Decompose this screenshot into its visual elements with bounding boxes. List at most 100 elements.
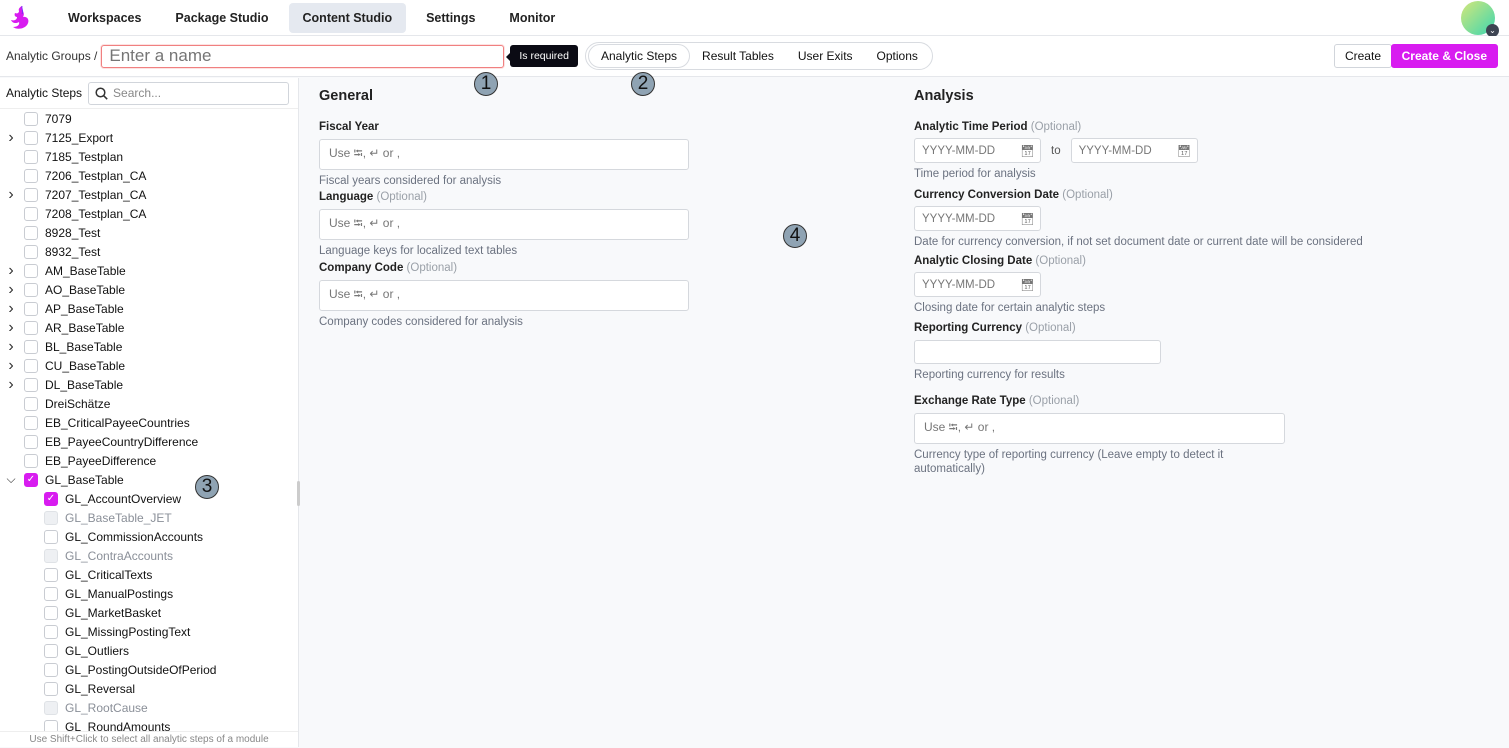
- checkbox[interactable]: [24, 263, 38, 278]
- tree-item[interactable]: 8928_Test: [0, 223, 298, 242]
- chevron-right-icon[interactable]: ›: [6, 129, 16, 147]
- tree-item[interactable]: › CU_BaseTable: [0, 356, 298, 375]
- exchange-rate-input[interactable]: Use ⭾, ↵ or ,: [914, 413, 1285, 444]
- closing-date-input[interactable]: YYYY-MM-DD 📅︎: [914, 272, 1041, 297]
- tree-item[interactable]: 7185_Testplan: [0, 147, 298, 166]
- checkbox[interactable]: [44, 643, 58, 658]
- checkbox[interactable]: [24, 206, 38, 221]
- checkbox[interactable]: [24, 358, 38, 373]
- tab-result-tables[interactable]: Result Tables: [690, 45, 786, 67]
- chevron-right-icon[interactable]: ›: [6, 319, 16, 337]
- tree-item[interactable]: GL_Outliers: [0, 641, 298, 660]
- tree-item[interactable]: › DL_BaseTable: [0, 375, 298, 394]
- tree-item[interactable]: ✓ GL_AccountOverview: [0, 489, 298, 508]
- chevron-down-icon[interactable]: ⌵: [6, 472, 16, 487]
- tab-options[interactable]: Options: [865, 45, 930, 67]
- nav-content-studio[interactable]: Content Studio: [288, 2, 407, 33]
- checkbox[interactable]: [24, 130, 38, 145]
- user-avatar[interactable]: ⌄: [1461, 1, 1499, 37]
- tree-item[interactable]: EB_CriticalPayeeCountries: [0, 413, 298, 432]
- nav-monitor[interactable]: Monitor: [495, 3, 569, 33]
- chevron-right-icon[interactable]: ›: [6, 281, 16, 299]
- calendar-icon[interactable]: 📅︎: [1020, 212, 1035, 226]
- tree-item[interactable]: DreiSchätze: [0, 394, 298, 413]
- checkbox[interactable]: [24, 187, 38, 202]
- tree-item[interactable]: › AO_BaseTable: [0, 280, 298, 299]
- checkbox[interactable]: [24, 111, 38, 126]
- fiscal-year-input[interactable]: Use ⭾, ↵ or ,: [319, 139, 689, 170]
- tree-item[interactable]: EB_PayeeCountryDifference: [0, 432, 298, 451]
- checkbox[interactable]: [24, 453, 38, 468]
- create-close-button[interactable]: Create & Close: [1390, 44, 1498, 68]
- checkbox[interactable]: [24, 320, 38, 335]
- chevron-right-icon[interactable]: ›: [6, 338, 16, 356]
- tab-user-exits[interactable]: User Exits: [786, 45, 865, 67]
- checkbox[interactable]: [24, 377, 38, 392]
- tree-item[interactable]: GL_BaseTable_JET: [0, 508, 298, 527]
- checkbox[interactable]: [24, 149, 38, 164]
- nav-settings[interactable]: Settings: [412, 3, 489, 33]
- checkbox[interactable]: [24, 282, 38, 297]
- checkbox[interactable]: ✓: [24, 472, 38, 487]
- tree-item[interactable]: ⌵ ✓ GL_BaseTable: [0, 470, 298, 489]
- checkbox[interactable]: [24, 168, 38, 183]
- scrollbar[interactable]: [297, 481, 300, 506]
- calendar-icon[interactable]: 📅︎: [1020, 278, 1035, 292]
- app-logo[interactable]: [8, 4, 32, 32]
- tab-analytic-steps[interactable]: Analytic Steps: [587, 44, 691, 68]
- tree-item[interactable]: 7208_Testplan_CA: [0, 204, 298, 223]
- end-date-input[interactable]: YYYY-MM-DD 📅︎: [1070, 138, 1198, 163]
- tree-item[interactable]: › AR_BaseTable: [0, 318, 298, 337]
- tree-item[interactable]: › 7125_Export: [0, 128, 298, 147]
- checkbox[interactable]: [24, 396, 38, 411]
- nav-workspaces[interactable]: Workspaces: [54, 3, 155, 33]
- tree-item[interactable]: EB_PayeeDifference: [0, 451, 298, 470]
- nav-package-studio[interactable]: Package Studio: [161, 3, 282, 33]
- company-code-input[interactable]: Use ⭾, ↵ or ,: [319, 280, 689, 311]
- tree-item[interactable]: GL_CommissionAccounts: [0, 527, 298, 546]
- checkbox[interactable]: [44, 586, 58, 601]
- create-button[interactable]: Create: [1333, 44, 1392, 68]
- tree-item[interactable]: GL_ManualPostings: [0, 584, 298, 603]
- checkbox[interactable]: [24, 225, 38, 240]
- checkbox[interactable]: [44, 529, 58, 544]
- tree-item[interactable]: GL_ContraAccounts: [0, 546, 298, 565]
- tree-item[interactable]: 7206_Testplan_CA: [0, 166, 298, 185]
- tree-item[interactable]: GL_Reversal: [0, 679, 298, 698]
- group-name-input[interactable]: [101, 44, 505, 68]
- checkbox[interactable]: [44, 605, 58, 620]
- checkbox[interactable]: [44, 662, 58, 677]
- chevron-right-icon[interactable]: ›: [6, 186, 16, 204]
- calendar-icon[interactable]: 📅︎: [1020, 144, 1035, 158]
- reporting-currency-input[interactable]: [914, 340, 1161, 364]
- tree-item[interactable]: 8932_Test: [0, 242, 298, 261]
- tree-item[interactable]: GL_PostingOutsideOfPeriod: [0, 660, 298, 679]
- tree-item[interactable]: GL_RootCause: [0, 698, 298, 717]
- tree-item[interactable]: › 7207_Testplan_CA: [0, 185, 298, 204]
- tree-item[interactable]: GL_MarketBasket: [0, 603, 298, 622]
- checkbox[interactable]: [44, 624, 58, 639]
- chevron-right-icon[interactable]: ›: [6, 376, 16, 394]
- checkbox[interactable]: [44, 681, 58, 696]
- chevron-right-icon[interactable]: ›: [6, 262, 16, 280]
- calendar-icon[interactable]: 📅︎: [1177, 144, 1192, 158]
- checkbox[interactable]: [24, 244, 38, 259]
- start-date-input[interactable]: YYYY-MM-DD 📅︎: [914, 138, 1041, 163]
- checkbox[interactable]: [24, 434, 38, 449]
- tree-item[interactable]: › BL_BaseTable: [0, 337, 298, 356]
- checkbox[interactable]: ✓: [44, 491, 58, 506]
- tree-item[interactable]: GL_CriticalTexts: [0, 565, 298, 584]
- chevron-right-icon[interactable]: ›: [6, 357, 16, 375]
- tree-item[interactable]: › AM_BaseTable: [0, 261, 298, 280]
- breadcrumb[interactable]: Analytic Groups /: [6, 49, 97, 63]
- tree-item[interactable]: › AP_BaseTable: [0, 299, 298, 318]
- conversion-date-input[interactable]: YYYY-MM-DD 📅︎: [914, 206, 1041, 231]
- checkbox[interactable]: [24, 415, 38, 430]
- tree-item[interactable]: 7079: [0, 109, 298, 128]
- tree-item[interactable]: GL_MissingPostingText: [0, 622, 298, 641]
- checkbox[interactable]: [24, 339, 38, 354]
- chevron-right-icon[interactable]: ›: [6, 300, 16, 318]
- search-input[interactable]: Search...: [88, 81, 290, 105]
- checkbox[interactable]: [24, 301, 38, 316]
- language-input[interactable]: Use ⭾, ↵ or ,: [319, 209, 689, 240]
